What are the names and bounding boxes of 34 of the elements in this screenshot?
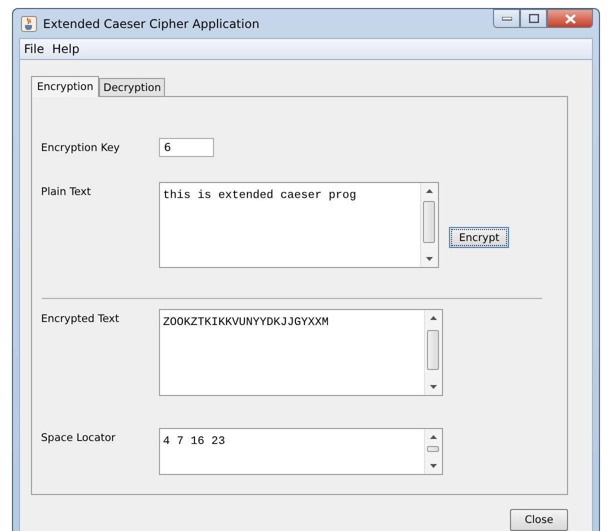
key-input-field[interactable]: 6 — [159, 138, 214, 157]
up-arrow-icon[interactable] — [430, 435, 437, 439]
field-label: Encryption Key — [41, 141, 121, 154]
field-label: Encrypted Text — [41, 312, 120, 325]
down-arrow-icon[interactable] — [430, 464, 437, 468]
coffee-cup-icon — [21, 16, 37, 32]
tab[interactable]: Encryption — [31, 76, 100, 97]
scrollbar-thumb[interactable] — [427, 330, 439, 370]
up-arrow-icon[interactable] — [426, 189, 433, 193]
vertical-scrollbar[interactable] — [424, 310, 442, 395]
down-arrow-icon[interactable] — [430, 385, 437, 389]
menu-item[interactable]: File — [24, 42, 44, 56]
up-arrow-icon[interactable] — [430, 316, 437, 320]
text-area[interactable]: ZOOKZTKIKKVUNYYDKJJGYXXM — [159, 309, 443, 396]
vertical-scrollbar[interactable] — [424, 429, 442, 474]
tab[interactable]: Decryption — [99, 78, 166, 96]
menu-item[interactable]: Help — [52, 42, 80, 56]
maximize-button[interactable] — [520, 9, 547, 28]
close-window-button[interactable] — [547, 9, 593, 28]
field-label: Plain Text — [41, 185, 92, 198]
scrollbar-thumb[interactable] — [427, 446, 439, 452]
text-area[interactable]: 4 7 16 23 — [159, 428, 443, 475]
scrollbar-thumb[interactable] — [423, 201, 435, 243]
close-button[interactable]: Close — [510, 509, 568, 531]
text-area[interactable]: this is extended caeser prog — [159, 182, 439, 268]
window-title: Extended Caeser Cipher Application — [43, 16, 260, 30]
field-label: Space Locator — [41, 431, 116, 444]
minimize-button[interactable] — [493, 9, 520, 28]
down-arrow-icon[interactable] — [426, 257, 433, 261]
encrypt-button[interactable]: Encrypt — [449, 227, 510, 248]
minimize-icon — [502, 16, 512, 20]
vertical-scrollbar[interactable] — [420, 183, 438, 267]
close-icon — [564, 14, 576, 24]
maximize-icon — [528, 14, 538, 23]
